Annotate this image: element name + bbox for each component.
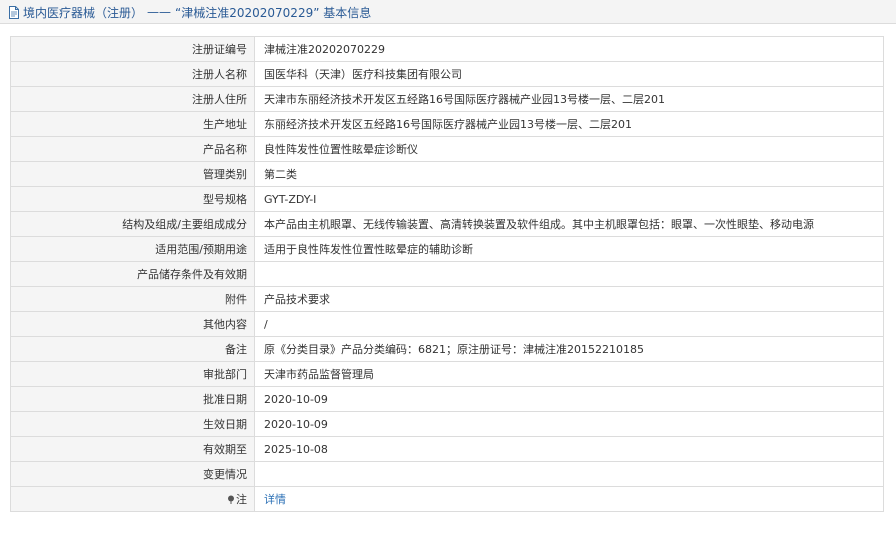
field-value: 国医华科（天津）医疗科技集团有限公司 — [254, 61, 884, 87]
field-label: 注册人住所 — [10, 86, 255, 112]
table-row: 注册人名称 国医华科（天津）医疗科技集团有限公司 — [10, 61, 884, 87]
details-link[interactable]: 详情 — [264, 493, 286, 506]
field-label: 管理类别 — [10, 161, 255, 187]
record-title: “津械注准20202070229” 基本信息 — [175, 5, 372, 20]
field-label: 附件 — [10, 286, 255, 312]
header-title-bar: 境内医疗器械（注册） —— “津械注准20202070229” 基本信息 — [8, 4, 371, 20]
note-label-cell: 注 — [10, 486, 255, 512]
field-value: / — [254, 311, 884, 337]
field-value: 良性阵发性位置性眩晕症诊断仪 — [254, 136, 884, 162]
note-value-cell: 详情 — [254, 486, 884, 512]
table-row: 批准日期 2020-10-09 — [10, 386, 884, 412]
field-label: 产品名称 — [10, 136, 255, 162]
field-value: 原《分类目录》产品分类编码：6821；原注册证号：津械注准20152210185 — [254, 336, 884, 362]
field-value: 津械注准20202070229 — [254, 36, 884, 62]
table-row: 有效期至 2025-10-08 — [10, 436, 884, 462]
page-header: 境内医疗器械（注册） —— “津械注准20202070229” 基本信息 — [0, 0, 896, 24]
field-label: 批准日期 — [10, 386, 255, 412]
table-row: 注册证编号 津械注准20202070229 — [10, 36, 884, 62]
field-label: 适用范围/预期用途 — [10, 236, 255, 262]
table-row: 备注 原《分类目录》产品分类编码：6821；原注册证号：津械注准201522101… — [10, 336, 884, 362]
table-row: 产品名称 良性阵发性位置性眩晕症诊断仪 — [10, 136, 884, 162]
field-label: 注册人名称 — [10, 61, 255, 87]
field-value: 天津市东丽经济技术开发区五经路16号国际医疗器械产业园13号楼一层、二层201 — [254, 86, 884, 112]
field-label: 生产地址 — [10, 111, 255, 137]
field-value: 2025-10-08 — [254, 436, 884, 462]
field-label: 变更情况 — [10, 461, 255, 487]
table-row: 产品储存条件及有效期 — [10, 261, 884, 287]
section-title: 境内医疗器械（注册） — [23, 5, 144, 20]
field-label: 其他内容 — [10, 311, 255, 337]
table-row: 生效日期 2020-10-09 — [10, 411, 884, 437]
field-value — [254, 461, 884, 487]
note-label-wrap: 注 — [227, 491, 247, 507]
field-label: 生效日期 — [10, 411, 255, 437]
field-label: 型号规格 — [10, 186, 255, 212]
field-value: 本产品由主机眼罩、无线传输装置、高清转换装置及软件组成。其中主机眼罩包括：眼罩、… — [254, 211, 884, 237]
field-value: GYT-ZDY-I — [254, 186, 884, 212]
table-row: 变更情况 — [10, 461, 884, 487]
title-separator: —— — [147, 5, 172, 19]
field-value: 东丽经济技术开发区五经路16号国际医疗器械产业园13号楼一层、二层201 — [254, 111, 884, 137]
field-value — [254, 261, 884, 287]
registration-info-table: 注册证编号 津械注准20202070229 注册人名称 国医华科（天津）医疗科技集团… — [10, 36, 884, 512]
table-row: 附件 产品技术要求 — [10, 286, 884, 312]
table-row: 其他内容 / — [10, 311, 884, 337]
table-row: 生产地址 东丽经济技术开发区五经路16号国际医疗器械产业园13号楼一层、二层201 — [10, 111, 884, 137]
field-label: 结构及组成/主要组成成分 — [10, 211, 255, 237]
field-value: 第二类 — [254, 161, 884, 187]
table-row: 审批部门 天津市药品监督管理局 — [10, 361, 884, 387]
table-row: 结构及组成/主要组成成分 本产品由主机眼罩、无线传输装置、高清转换装置及软件组成。… — [10, 211, 884, 237]
field-label: 产品储存条件及有效期 — [10, 261, 255, 287]
field-label: 审批部门 — [10, 361, 255, 387]
field-value: 产品技术要求 — [254, 286, 884, 312]
field-value: 天津市药品监督管理局 — [254, 361, 884, 387]
table-row: 适用范围/预期用途 适用于良性阵发性位置性眩晕症的辅助诊断 — [10, 236, 884, 262]
note-row: 注 详情 — [10, 486, 884, 512]
field-value: 2020-10-09 — [254, 386, 884, 412]
note-label: 注 — [236, 493, 247, 506]
field-label: 注册证编号 — [10, 36, 255, 62]
field-label: 备注 — [10, 336, 255, 362]
table-row: 管理类别 第二类 — [10, 161, 884, 187]
table-row: 注册人住所 天津市东丽经济技术开发区五经路16号国际医疗器械产业园13号楼一层、二… — [10, 86, 884, 112]
table-row: 型号规格 GYT-ZDY-I — [10, 186, 884, 212]
field-value: 适用于良性阵发性位置性眩晕症的辅助诊断 — [254, 236, 884, 262]
document-icon — [9, 5, 19, 19]
field-value: 2020-10-09 — [254, 411, 884, 437]
pin-icon — [228, 495, 234, 504]
field-label: 有效期至 — [10, 436, 255, 462]
